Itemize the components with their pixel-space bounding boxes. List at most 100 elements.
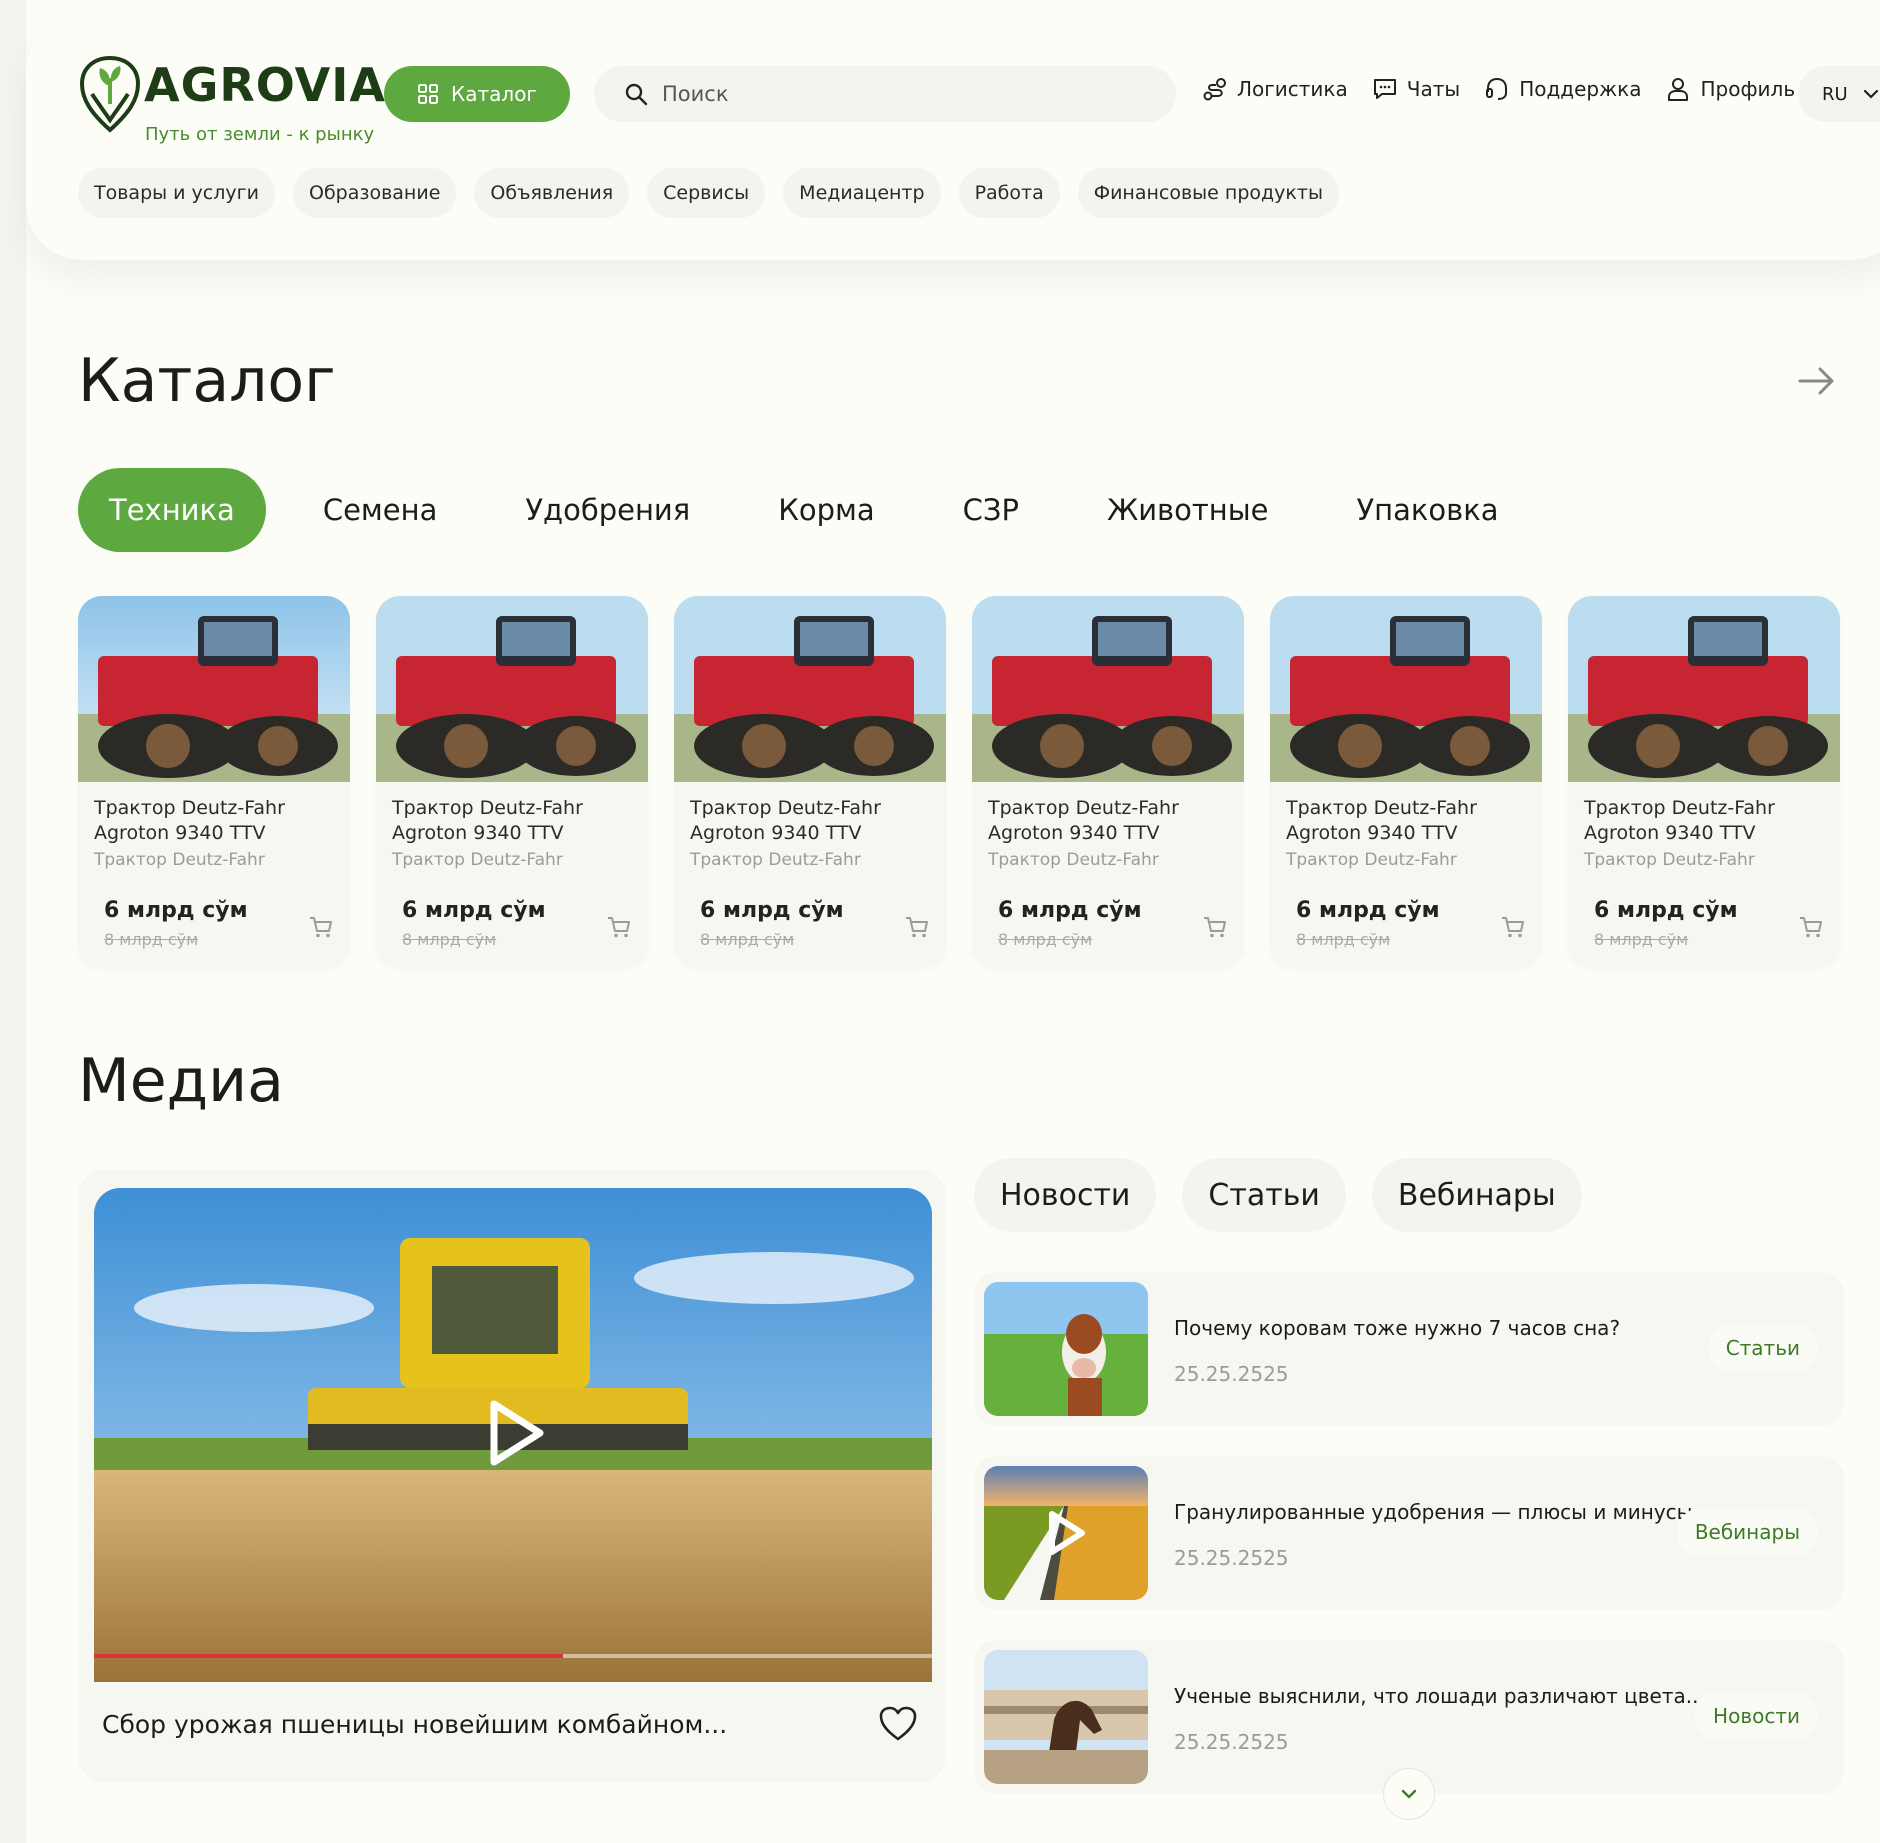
brand-tagline: Путь от земли - к рынку (145, 124, 375, 145)
arrow-right-icon[interactable] (1796, 360, 1838, 402)
product-subtitle: Трактор Deutz-Fahr (1286, 850, 1457, 870)
top-nav: Логистика Чаты Поддержка Профиль (1202, 76, 1795, 102)
product-image (674, 596, 946, 782)
video-title: Сбор урожая пшеницы новейшим комбайном..… (102, 1710, 728, 1739)
tab-tech[interactable]: Техника (78, 468, 266, 552)
subnav-mediacenter[interactable]: Медиацентр (783, 168, 941, 218)
product-card[interactable]: Трактор Deutz-Fahr Agroton 9340 TTV Трак… (1568, 596, 1840, 968)
leaf-logo-icon (79, 55, 141, 133)
tab-fertilizers[interactable]: Удобрения (494, 468, 721, 552)
product-old-price: 8 млрд сўм (998, 930, 1093, 949)
subnav-education[interactable]: Образование (292, 168, 457, 218)
show-more-button[interactable] (1383, 1768, 1435, 1820)
tab-news[interactable]: Новости (974, 1158, 1157, 1232)
tab-crop-protection[interactable]: СЗР (932, 468, 1050, 552)
product-old-price: 8 млрд сўм (1594, 930, 1689, 949)
product-title: Трактор Deutz-Fahr Agroton 9340 TTV (1584, 797, 1775, 844)
chevron-down-icon (1863, 89, 1878, 99)
media-item-title: Гранулированные удобрения — плюсы и мину… (1174, 1500, 1712, 1524)
chevron-down-icon (1401, 1789, 1417, 1799)
product-subtitle: Трактор Deutz-Fahr (1584, 850, 1755, 870)
product-image (78, 596, 350, 782)
heart-icon[interactable] (878, 1704, 918, 1744)
play-icon[interactable] (486, 1398, 546, 1468)
cart-icon[interactable] (1202, 914, 1228, 940)
search-input[interactable] (662, 82, 1142, 106)
media-item-tag[interactable]: Статьи (1707, 1324, 1818, 1372)
video-progress-fill (94, 1654, 564, 1658)
product-price: 6 млрд сўм (1296, 898, 1440, 923)
product-card[interactable]: Трактор Deutz-Fahr Agroton 9340 TTV Трак… (674, 596, 946, 968)
media-item-title: Почему коровам тоже нужно 7 часов сна? (1174, 1316, 1621, 1340)
cart-icon[interactable] (1798, 914, 1824, 940)
video-progress-track[interactable] (94, 1654, 932, 1658)
nav-support[interactable]: Поддержка (1484, 76, 1641, 102)
play-icon[interactable] (1046, 1510, 1086, 1556)
nav-logistics-label: Логистика (1237, 77, 1348, 101)
subnav-jobs[interactable]: Работа (958, 168, 1060, 218)
product-image (972, 596, 1244, 782)
product-card[interactable]: Трактор Deutz-Fahr Agroton 9340 TTV Трак… (376, 596, 648, 968)
tab-packaging[interactable]: Упаковка (1325, 468, 1529, 552)
media-item-date: 25.25.2525 (1174, 1546, 1289, 1570)
product-card[interactable]: Трактор Deutz-Fahr Agroton 9340 TTV Трак… (972, 596, 1244, 968)
product-subtitle: Трактор Deutz-Fahr (988, 850, 1159, 870)
tab-animals[interactable]: Животные (1076, 468, 1300, 552)
media-item-tag[interactable]: Вебинары (1676, 1508, 1818, 1556)
product-old-price: 8 млрд сўм (1296, 930, 1391, 949)
media-item-date: 25.25.2525 (1174, 1730, 1289, 1754)
media-item[interactable]: Гранулированные удобрения — плюсы и мину… (974, 1456, 1844, 1610)
product-title: Трактор Deutz-Fahr Agroton 9340 TTV (1286, 797, 1477, 844)
category-nav: Товары и услуги Образование Объявления С… (78, 168, 1339, 218)
product-old-price: 8 млрд сўм (104, 930, 199, 949)
catalog-button[interactable]: Каталог (384, 66, 570, 122)
featured-video-card[interactable]: Сбор урожая пшеницы новейшим комбайном..… (78, 1170, 946, 1782)
subnav-finance[interactable]: Финансовые продукты (1077, 168, 1339, 218)
subnav-goods[interactable]: Товары и услуги (78, 168, 275, 218)
product-price: 6 млрд сўм (998, 898, 1142, 923)
chat-icon (1373, 79, 1396, 99)
catalog-tabs: Техника Семена Удобрения Корма СЗР Живот… (78, 468, 1556, 552)
product-price: 6 млрд сўм (1594, 898, 1738, 923)
product-old-price: 8 млрд сўм (402, 930, 497, 949)
language-value: RU (1822, 83, 1848, 105)
subnav-services[interactable]: Сервисы (647, 168, 766, 218)
user-icon (1668, 78, 1689, 101)
product-image (1568, 596, 1840, 782)
product-card[interactable]: Трактор Deutz-Fahr Agroton 9340 TTV Трак… (78, 596, 350, 968)
cart-icon[interactable] (1500, 914, 1526, 940)
tab-articles[interactable]: Статьи (1182, 1158, 1346, 1232)
horse-photo (984, 1650, 1148, 1784)
product-price: 6 млрд сўм (104, 898, 248, 923)
cart-icon[interactable] (606, 914, 632, 940)
product-subtitle: Трактор Deutz-Fahr (392, 850, 563, 870)
field-video (984, 1466, 1148, 1600)
catalog-title: Каталог (78, 346, 336, 416)
logo[interactable]: AGROVIA Путь от земли - к рынку (78, 54, 385, 154)
product-card[interactable]: Трактор Deutz-Fahr Agroton 9340 TTV Трак… (1270, 596, 1542, 968)
tab-feed[interactable]: Корма (747, 468, 905, 552)
media-title: Медиа (78, 1046, 284, 1116)
subnav-ads[interactable]: Объявления (474, 168, 630, 218)
media-item-tag[interactable]: Новости (1695, 1692, 1818, 1740)
search-icon (625, 83, 648, 106)
nav-logistics[interactable]: Логистика (1202, 76, 1348, 102)
search-bar[interactable] (594, 66, 1176, 122)
nav-chats-label: Чаты (1406, 77, 1461, 101)
nav-chats[interactable]: Чаты (1372, 76, 1460, 102)
catalog-button-label: Каталог (451, 82, 537, 106)
nav-profile-label: Профиль (1700, 77, 1796, 101)
tab-seeds[interactable]: Семена (292, 468, 469, 552)
product-title: Трактор Deutz-Fahr Agroton 9340 TTV (392, 797, 583, 844)
media-item[interactable]: Почему коровам тоже нужно 7 часов сна? 2… (974, 1272, 1844, 1426)
product-subtitle: Трактор Deutz-Fahr (690, 850, 861, 870)
language-select[interactable]: RU (1798, 66, 1880, 122)
tab-webinars[interactable]: Вебинары (1371, 1158, 1582, 1232)
cart-icon[interactable] (308, 914, 334, 940)
nav-profile[interactable]: Профиль (1665, 76, 1795, 102)
product-image (1270, 596, 1542, 782)
grid-icon (418, 84, 439, 104)
video-player[interactable] (94, 1188, 932, 1682)
cart-icon[interactable] (904, 914, 930, 940)
product-price: 6 млрд сўм (402, 898, 546, 923)
